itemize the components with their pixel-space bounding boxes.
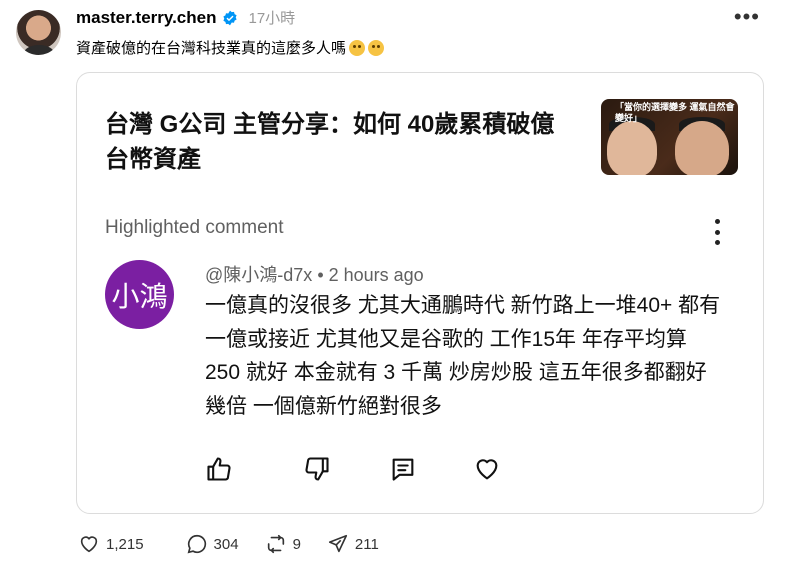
heart-icon[interactable] — [473, 455, 501, 483]
username[interactable]: master.terry.chen — [76, 8, 216, 28]
repost-count: 9 — [292, 535, 301, 553]
comment-icon — [187, 534, 206, 554]
highlighted-comment-label: Highlighted comment — [105, 217, 284, 238]
repost-icon — [267, 534, 284, 554]
comment-time: 2 hours ago — [328, 265, 424, 285]
post-caption: 資產破億的在台灣科技業真的這麼多人嗎 — [76, 37, 385, 58]
post-time: 17小時 — [248, 10, 296, 27]
comment-text: 一億真的沒很多 尤其大通鵬時代 新竹路上一堆40+ 都有一億或接近 尤其他又是谷… — [205, 294, 721, 418]
reply-count: 304 — [213, 535, 239, 553]
post-header: master.terry.chen 17小時 — [76, 7, 295, 28]
flushed-face-emoji-icon — [349, 39, 366, 56]
like-stat[interactable]: 1,215 — [78, 533, 144, 555]
thumbs-up-icon[interactable] — [205, 455, 233, 483]
video-title: 台灣 G公司 主管分享：如何 40歲累積破億台幣資產 — [105, 111, 555, 173]
reply-stat[interactable]: 304 — [186, 533, 239, 555]
commenter-avatar[interactable]: 小鴻 — [105, 260, 174, 329]
more-horizontal-icon[interactable]: ••• — [734, 4, 760, 30]
thumbnail-caption: 「當你的選擇變多 運氣自然會變好」 — [615, 102, 735, 123]
quoted-screenshot-card[interactable]: 台灣 G公司 主管分享：如何 40歲累積破億台幣資產 「當你的選擇變多 運氣自然… — [76, 72, 764, 514]
send-icon — [328, 534, 347, 553]
more-vertical-icon[interactable] — [713, 219, 721, 245]
flushed-face-emoji-icon — [368, 39, 385, 56]
like-count: 1,215 — [106, 535, 144, 553]
comment-meta: @陳小鴻-d7x • 2 hours ago — [205, 261, 424, 287]
share-stat[interactable]: 211 — [327, 533, 379, 555]
thumbs-down-icon[interactable] — [303, 455, 331, 483]
meta-separator: • — [317, 265, 329, 285]
repost-stat[interactable]: 9 — [265, 533, 301, 555]
engagement-bar: 1,215 304 9 211 — [78, 533, 379, 555]
verified-badge-icon — [223, 10, 238, 25]
heart-icon — [80, 536, 98, 553]
share-count: 211 — [354, 535, 379, 553]
reply-comment-icon[interactable] — [389, 455, 417, 483]
video-thumbnail[interactable]: 「當你的選擇變多 運氣自然會變好」 — [601, 99, 738, 175]
profile-avatar[interactable] — [16, 10, 61, 55]
caption-text: 資產破億的在台灣科技業真的這麼多人嗎 — [76, 40, 347, 57]
comment-author[interactable]: @陳小鴻-d7x — [205, 265, 312, 285]
